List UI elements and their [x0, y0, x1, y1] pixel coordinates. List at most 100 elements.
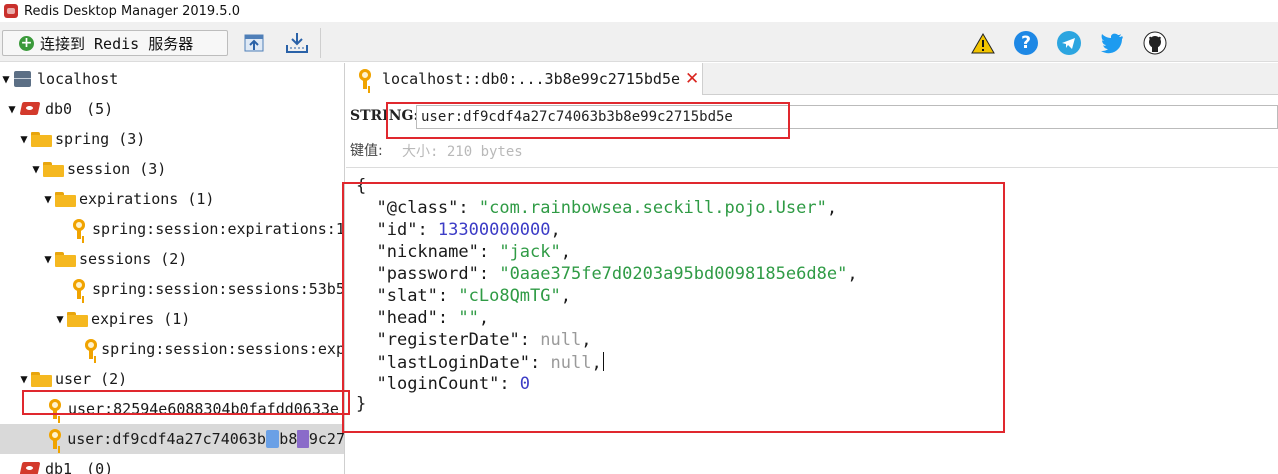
value-label: 键值:: [350, 143, 383, 159]
json-open-brace: {: [356, 176, 367, 196]
close-tab-icon[interactable]: ✕: [685, 69, 699, 89]
tree-item-spring[interactable]: ▼ spring (3): [0, 124, 344, 154]
value-editor[interactable]: { "@class": "com.rainbowsea.seckill.pojo…: [346, 168, 1278, 474]
help-icon[interactable]: ?: [1013, 30, 1039, 56]
export-icon[interactable]: [284, 30, 310, 56]
tab-key-view[interactable]: localhost::db0:...3b8e99c2715bd5e ✕: [346, 63, 703, 95]
folder-icon: [55, 191, 77, 207]
key-name: spring:session:sessions:exp: [101, 340, 345, 358]
tree-item-db0[interactable]: ▼ db0 (5): [0, 94, 344, 124]
key-icon: [46, 428, 65, 450]
json-key: "lastLoginDate": [376, 353, 531, 373]
json-key: "nickname": [376, 242, 479, 262]
key-name: spring:session:sessions:53b5: [92, 280, 345, 298]
collapse-arrow-icon[interactable]: ▼: [42, 192, 54, 206]
json-value: "jack": [499, 242, 561, 262]
twitter-icon[interactable]: [1099, 30, 1125, 56]
window-title: Redis Desktop Manager 2019.5.0: [24, 3, 240, 19]
tree-item-user[interactable]: ▼ user (2): [0, 364, 344, 394]
json-value: 0: [519, 374, 531, 394]
toolbar: + 连接到 Redis 服务器 ?: [0, 22, 1278, 62]
folder-icon: [55, 251, 77, 267]
tree-item-expirations[interactable]: ▼ expirations (1): [0, 184, 344, 214]
tree-item-expirations-key[interactable]: spring:session:expirations:1: [0, 214, 345, 244]
tree-item-db1[interactable]: db1 (0): [0, 454, 344, 474]
folder-icon: [67, 311, 89, 327]
key-icon: [70, 218, 90, 240]
json-comma: ,: [847, 264, 858, 284]
tree-item-localhost[interactable]: ▼ localhost: [0, 64, 344, 94]
plus-icon: +: [19, 34, 34, 51]
db1-count: (0): [86, 460, 114, 474]
db0-name: db0: [45, 100, 73, 118]
key-icon: [82, 338, 99, 360]
spring-count: (3): [118, 130, 146, 148]
json-close-brace: }: [356, 394, 367, 414]
json-key: "head": [376, 308, 438, 328]
tree-item-user-key-1[interactable]: user:82594e6088304b0fafdd0633e: [0, 394, 344, 424]
connect-button-label: 连接到 Redis 服务器: [40, 34, 194, 53]
json-value: null: [540, 330, 582, 350]
key-type-label: STRING:: [350, 108, 419, 124]
key-name-field[interactable]: user:df9cdf4a27c74063b3b8e99c2715bd5e: [416, 105, 1278, 129]
json-field-line: "nickname": "jack",: [376, 242, 571, 262]
json-field-line: "slat": "cLo8QmTG",: [376, 286, 571, 306]
tree-item-expires-key[interactable]: spring:session:sessions:exp: [0, 334, 345, 364]
warning-icon[interactable]: [970, 30, 996, 56]
github-icon[interactable]: [1142, 30, 1168, 56]
json-comma: ,: [581, 330, 592, 350]
sessions-name: sessions: [79, 250, 152, 268]
text-cursor: [602, 352, 604, 371]
json-key: "password": [376, 264, 479, 284]
key-icon: [46, 398, 66, 420]
user-count: (2): [100, 370, 128, 388]
folder-icon: [31, 371, 53, 387]
collapse-arrow-icon[interactable]: ▼: [18, 372, 30, 386]
expirations-name: expirations: [79, 190, 179, 208]
tree-item-sessions[interactable]: ▼ sessions (2): [0, 244, 344, 274]
database-icon: [19, 460, 43, 474]
expires-count: (1): [163, 310, 191, 328]
key-name: user:82594e6088304b0fafdd0633e: [68, 400, 339, 418]
json-key: "loginCount": [376, 374, 500, 394]
tree-item-session[interactable]: ▼ session (3): [0, 154, 344, 184]
telegram-icon[interactable]: [1056, 30, 1082, 56]
json-value: "": [458, 308, 479, 328]
collapse-arrow-icon[interactable]: ▼: [54, 312, 66, 326]
user-name: user: [55, 370, 92, 388]
key-name-tail: b8: [279, 430, 298, 448]
delete-key-icon[interactable]: [297, 430, 309, 448]
session-name: session: [67, 160, 131, 178]
folder-icon: [43, 161, 65, 177]
tree-item-user-key-2[interactable]: user:df9cdf4a27c74063b b8 9c27: [0, 424, 345, 454]
collapse-arrow-icon[interactable]: ▼: [0, 72, 12, 86]
collapse-arrow-icon[interactable]: ▼: [18, 132, 30, 146]
collapse-arrow-icon[interactable]: ▼: [42, 252, 54, 266]
json-key: "slat": [376, 286, 438, 306]
spring-name: spring: [55, 130, 110, 148]
value-size-label: 大小: 210 bytes: [402, 144, 523, 160]
connect-redis-server-button[interactable]: + 连接到 Redis 服务器: [2, 30, 228, 56]
json-field-line: "head": "",: [376, 308, 490, 328]
tree-item-expires[interactable]: ▼ expires (1): [0, 304, 344, 334]
sessions-count: (2): [160, 250, 188, 268]
copy-key-icon[interactable]: [265, 430, 280, 448]
key-name-tail: 9c27: [308, 430, 345, 448]
database-icon: [19, 100, 43, 118]
title-bar: Redis Desktop Manager 2019.5.0: [0, 0, 1278, 22]
server-name: localhost: [37, 70, 119, 88]
tree-item-sessions-key[interactable]: spring:session:sessions:53b5: [0, 274, 345, 304]
json-key: "registerDate": [376, 330, 520, 350]
json-comma: ,: [560, 286, 571, 306]
import-icon[interactable]: [241, 30, 267, 56]
key-name: spring:session:expirations:1: [92, 220, 345, 238]
collapse-arrow-icon[interactable]: ▼: [30, 162, 42, 176]
tab-bar: localhost::db0:...3b8e99c2715bd5e ✕: [346, 63, 1278, 95]
json-field-line: "id": 13300000000,: [376, 220, 561, 240]
collapse-arrow-icon[interactable]: ▼: [6, 102, 18, 116]
json-key: "id": [376, 220, 418, 240]
json-field-line: "password": "0aae375fe7d0203a95bd0098185…: [376, 264, 858, 284]
json-field-line: "loginCount": 0: [376, 374, 531, 394]
toolbar-divider: [320, 28, 321, 58]
key-tree: ▼ localhost ▼ db0 (5) ▼ spring (3) ▼ ses…: [0, 63, 345, 474]
